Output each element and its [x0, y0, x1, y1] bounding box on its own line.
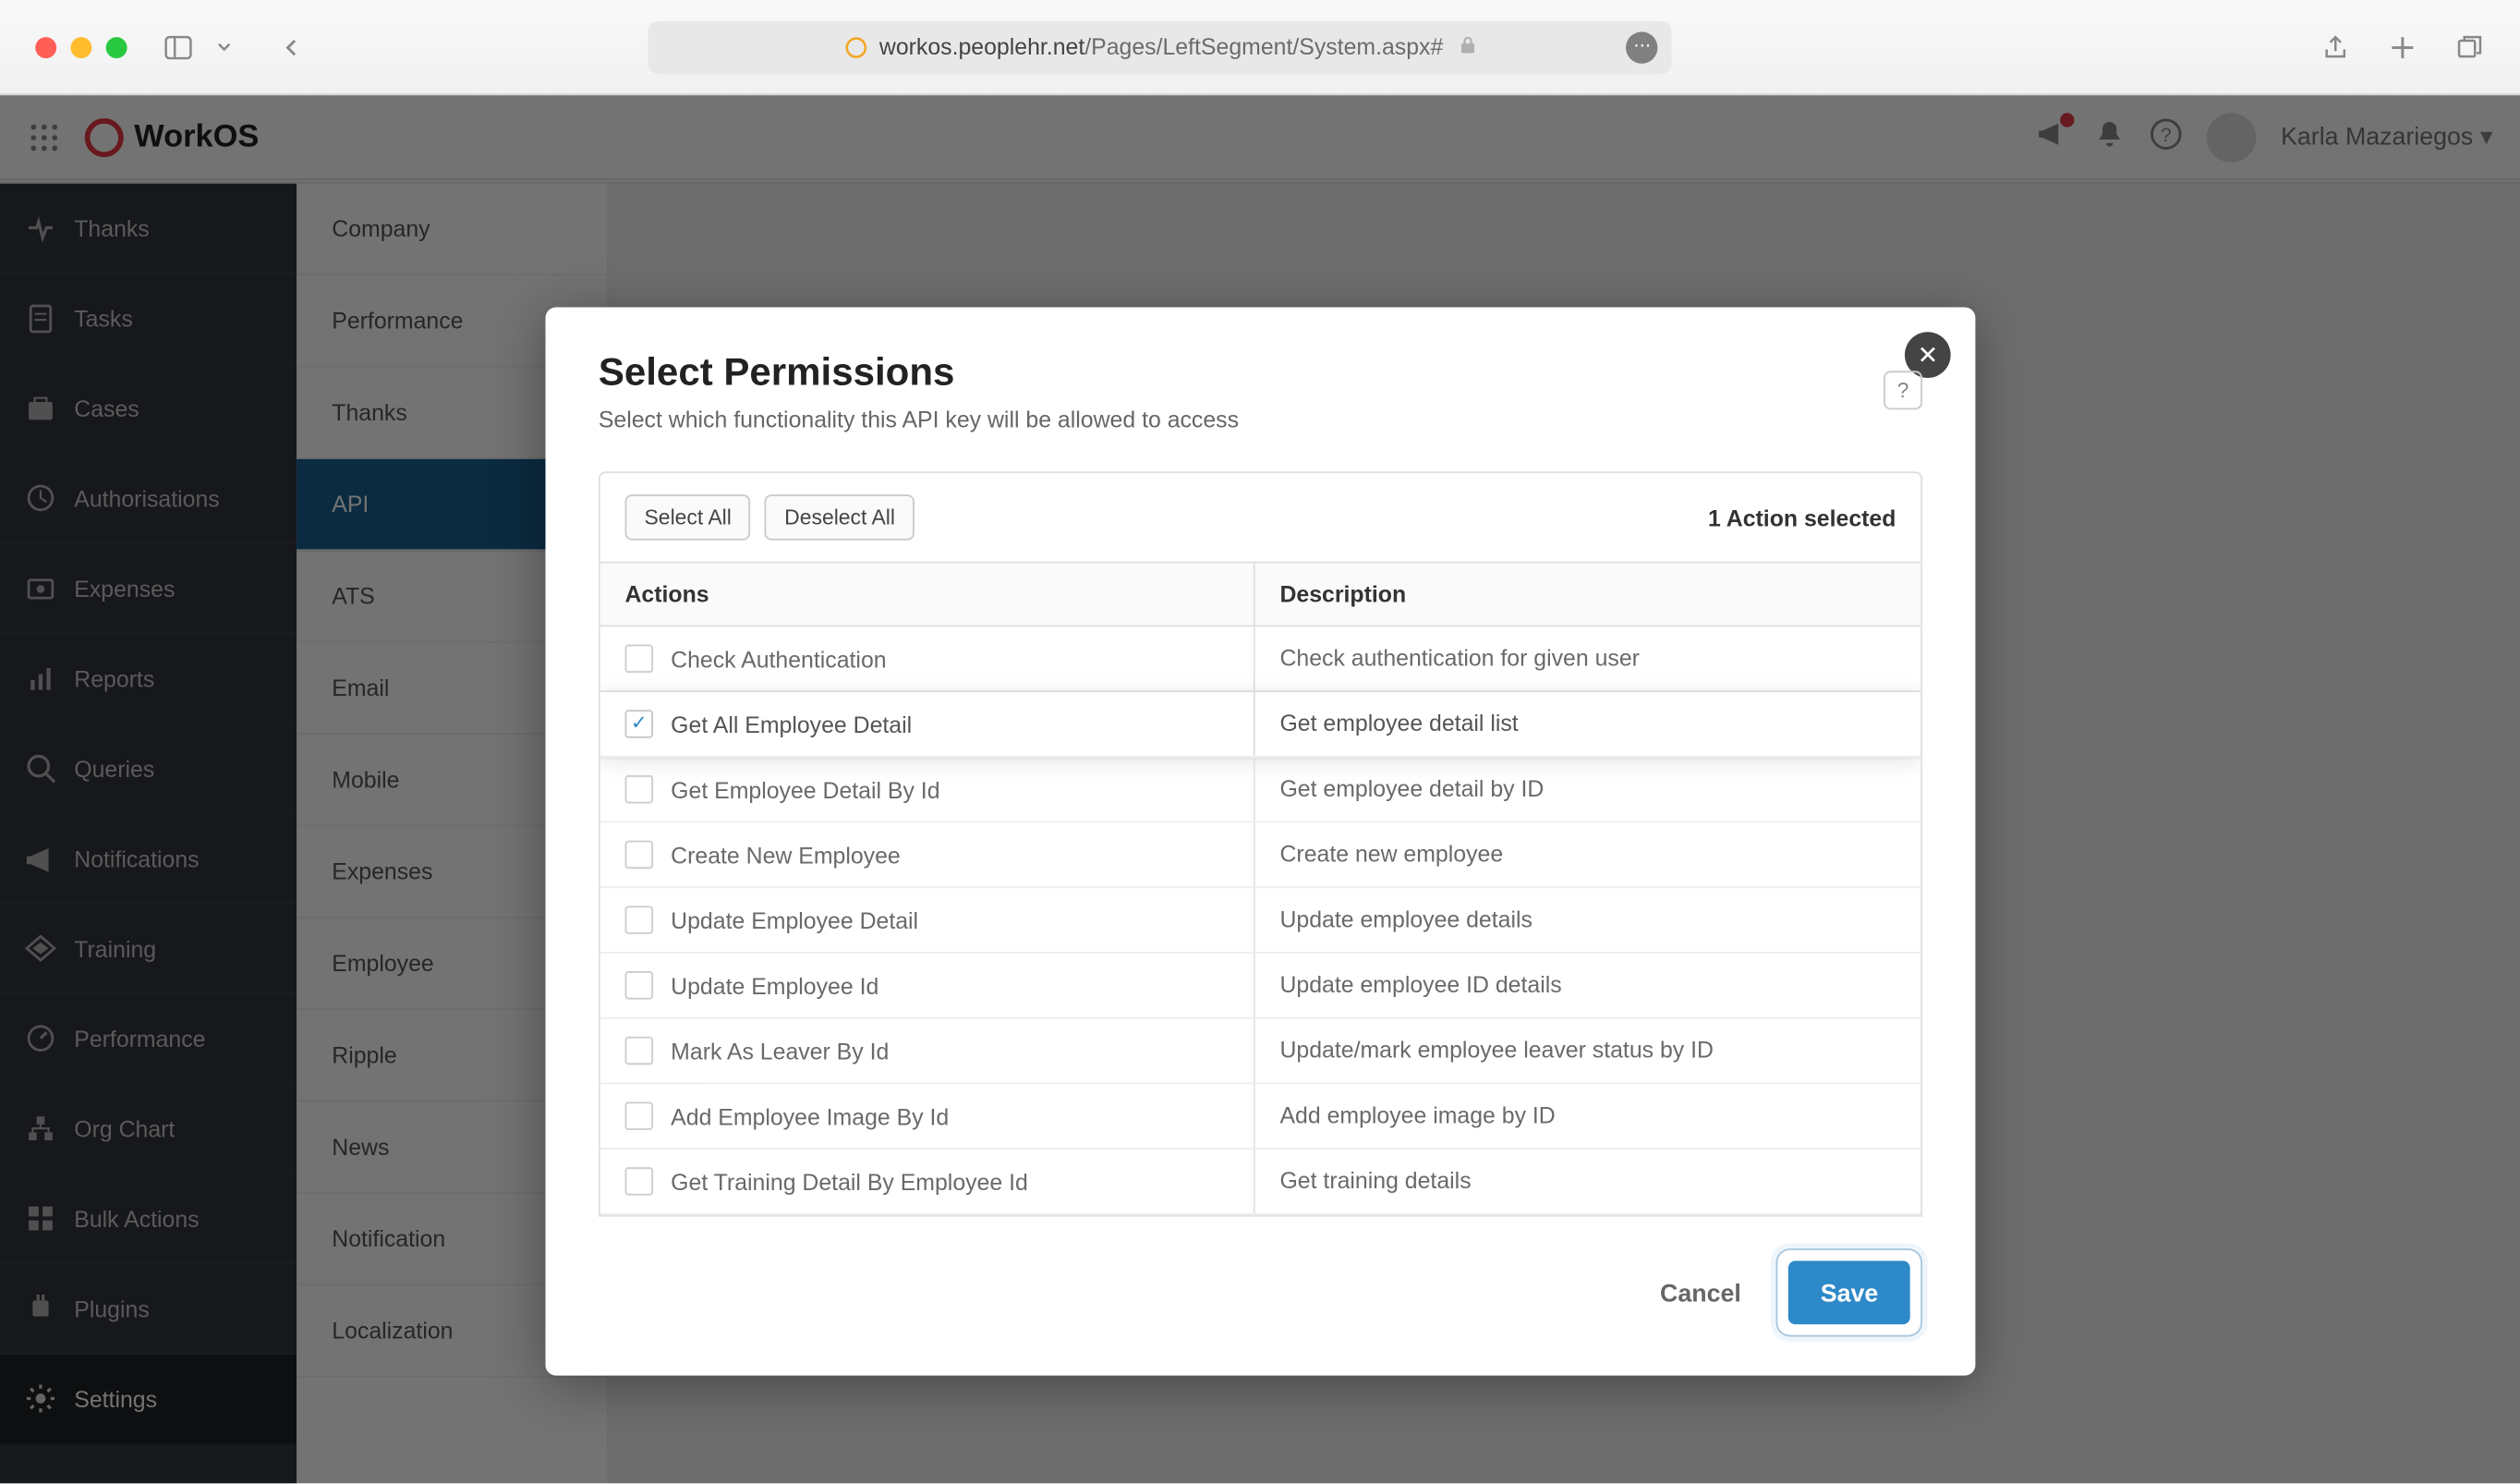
- permission-action: Create New Employee: [671, 842, 901, 869]
- permission-row[interactable]: Update Employee Detail Update employee d…: [600, 888, 1920, 954]
- checkbox[interactable]: [624, 645, 653, 674]
- selection-count: 1 Action selected: [1708, 505, 1896, 531]
- address-bar[interactable]: workos.peoplehr.net/Pages/LeftSegment/Sy…: [648, 20, 1672, 73]
- sidebar-toggle-icon[interactable]: [163, 30, 194, 62]
- close-window-icon[interactable]: [35, 36, 56, 57]
- permission-description: Update/mark employee leaver status by ID: [1255, 1019, 1920, 1083]
- window-controls[interactable]: [35, 36, 127, 57]
- lock-icon: [1458, 33, 1477, 60]
- permission-row[interactable]: Get Training Detail By Employee Id Get t…: [600, 1149, 1920, 1215]
- permission-row[interactable]: Update Employee Id Update employee ID de…: [600, 954, 1920, 1019]
- modal-subtitle: Select which functionality this API key …: [599, 407, 1922, 433]
- checkbox[interactable]: [624, 775, 653, 804]
- checkbox[interactable]: [624, 841, 653, 870]
- select-all-button[interactable]: Select All: [624, 494, 750, 541]
- permission-description: Get employee detail list: [1255, 692, 1920, 756]
- save-button-highlight: Save: [1776, 1248, 1922, 1337]
- permission-action: Add Employee Image By Id: [671, 1102, 949, 1129]
- permission-action: Mark As Leaver By Id: [671, 1038, 889, 1064]
- permission-row[interactable]: Create New Employee Create new employee: [600, 823, 1920, 889]
- checkbox[interactable]: [624, 1167, 653, 1196]
- checkbox[interactable]: [624, 1101, 653, 1130]
- checkbox[interactable]: ✓: [624, 710, 653, 738]
- select-permissions-modal: ✕ Select Permissions Select which functi…: [545, 308, 1975, 1376]
- permission-action: Get All Employee Detail: [671, 711, 912, 737]
- tabs-icon[interactable]: [2453, 30, 2485, 62]
- permission-description: Add employee image by ID: [1255, 1084, 1920, 1148]
- col-actions-header: Actions: [600, 564, 1255, 626]
- permission-row[interactable]: ✓ Get All Employee Detail Get employee d…: [600, 692, 1920, 758]
- chevron-down-icon[interactable]: [208, 30, 239, 62]
- modal-title: Select Permissions: [599, 349, 1922, 395]
- permission-description: Create new employee: [1255, 823, 1920, 887]
- permission-row[interactable]: Check Authentication Check authenticatio…: [600, 626, 1920, 692]
- site-menu-icon[interactable]: ⋯: [1627, 30, 1658, 62]
- workos-favicon-icon: [844, 34, 869, 59]
- modal-help-icon[interactable]: ?: [1884, 371, 1922, 409]
- browser-toolbar: workos.peoplehr.net/Pages/LeftSegment/Sy…: [0, 0, 2520, 95]
- url-host: workos.peoplehr.net: [879, 33, 1084, 60]
- checkbox[interactable]: [624, 971, 653, 1000]
- permission-description: Get training details: [1255, 1149, 1920, 1213]
- new-tab-icon[interactable]: [2387, 30, 2418, 62]
- maximize-window-icon[interactable]: [106, 36, 127, 57]
- share-icon[interactable]: [2320, 30, 2351, 62]
- cancel-button[interactable]: Cancel: [1660, 1279, 1741, 1308]
- permission-action: Get Training Detail By Employee Id: [671, 1168, 1028, 1195]
- col-description-header: Description: [1255, 564, 1920, 626]
- minimize-window-icon[interactable]: [70, 36, 91, 57]
- back-icon[interactable]: [275, 30, 307, 62]
- permission-action: Update Employee Id: [671, 972, 878, 999]
- permission-action: Check Authentication: [671, 645, 886, 672]
- permission-description: Get employee detail by ID: [1255, 758, 1920, 821]
- permission-description: Update employee ID details: [1255, 954, 1920, 1017]
- permission-description: Check authentication for given user: [1255, 626, 1920, 690]
- permission-row[interactable]: Add Employee Image By Id Add employee im…: [600, 1084, 1920, 1149]
- url-path: /Pages/LeftSegment/System.aspx#: [1084, 33, 1443, 60]
- checkbox[interactable]: [624, 1037, 653, 1065]
- permission-row[interactable]: Get Employee Detail By Id Get employee d…: [600, 758, 1920, 823]
- permission-action: Update Employee Detail: [671, 906, 918, 933]
- deselect-all-button[interactable]: Deselect All: [765, 494, 915, 541]
- save-button[interactable]: Save: [1788, 1260, 1909, 1324]
- permission-description: Update employee details: [1255, 888, 1920, 952]
- checkbox[interactable]: [624, 906, 653, 934]
- permission-action: Get Employee Detail By Id: [671, 776, 939, 803]
- permission-row[interactable]: Mark As Leaver By Id Update/mark employe…: [600, 1019, 1920, 1085]
